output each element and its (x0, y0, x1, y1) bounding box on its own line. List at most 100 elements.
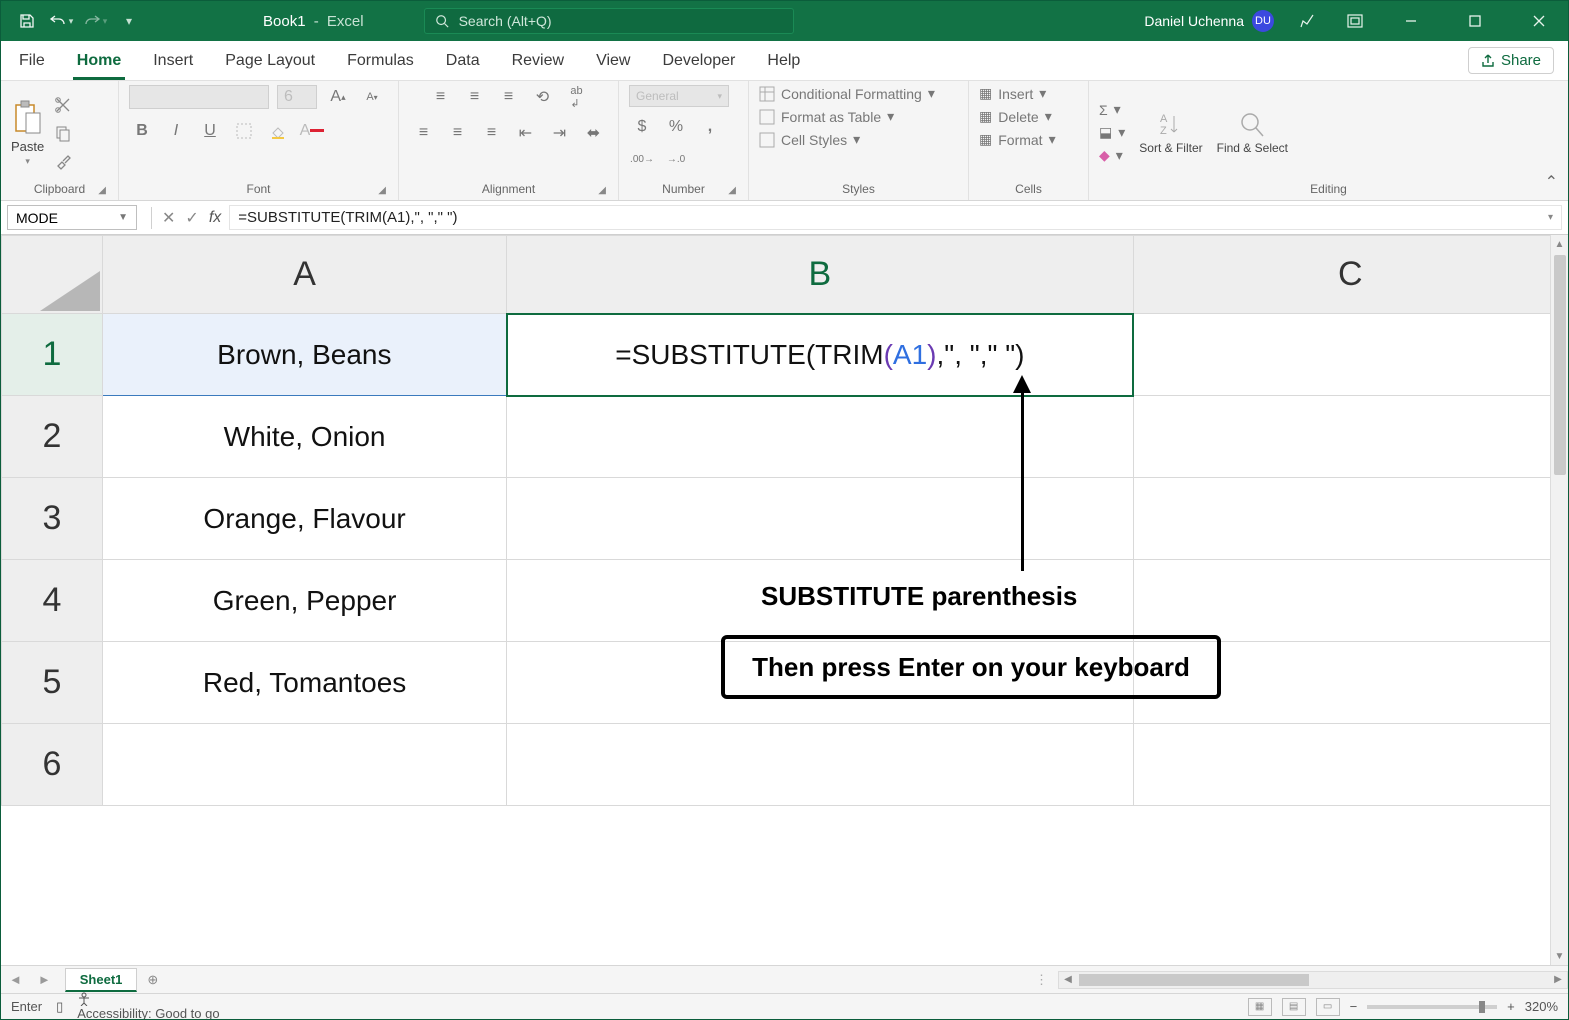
zoom-slider[interactable] (1367, 1005, 1497, 1009)
align-middle-icon[interactable]: ≡ (462, 85, 488, 109)
cell-B3[interactable] (507, 478, 1133, 560)
grid[interactable]: A B C 1 Brown, Beans =SUBSTITUTE(TRIM(A1… (1, 235, 1568, 965)
font-size-combo[interactable]: 6 (277, 85, 317, 109)
tab-developer[interactable]: Developer (658, 46, 739, 80)
row-header-3[interactable]: 3 (2, 478, 103, 560)
close-button[interactable] (1516, 1, 1562, 41)
orientation-icon[interactable]: ⟲ (530, 85, 556, 109)
vertical-scrollbar[interactable]: ▲ ▼ (1550, 235, 1568, 965)
find-select-button[interactable]: Find & Select (1217, 110, 1288, 155)
cell-A5[interactable]: Red, Tomantoes (103, 642, 507, 724)
formula-bar[interactable]: =SUBSTITUTE(TRIM(A1),", "," ") ▾ (229, 205, 1562, 230)
tab-formulas[interactable]: Formulas (343, 46, 418, 80)
account-button[interactable]: Daniel Uchenna DU (1144, 10, 1274, 32)
cell-C6[interactable] (1133, 724, 1567, 806)
border-button[interactable] (231, 119, 257, 143)
wrap-text-icon[interactable]: ab↲ (564, 85, 590, 109)
tab-review[interactable]: Review (508, 46, 568, 80)
tab-help[interactable]: Help (763, 46, 804, 80)
qat-customize-icon[interactable]: ▾ (115, 7, 143, 35)
italic-button[interactable]: I (163, 119, 189, 143)
scroll-up-icon[interactable]: ▲ (1555, 235, 1565, 253)
col-header-A[interactable]: A (103, 236, 507, 314)
row-header-1[interactable]: 1 (2, 314, 103, 396)
col-header-B[interactable]: B (507, 236, 1133, 314)
launcher-icon[interactable]: ◢ (728, 185, 736, 196)
scroll-thumb[interactable] (1554, 255, 1566, 475)
decrease-decimal-icon[interactable]: →.0 (663, 147, 689, 171)
scroll-right-icon[interactable]: ▶ (1549, 972, 1567, 988)
enter-formula-icon[interactable]: ✓ (185, 208, 198, 228)
tab-home[interactable]: Home (73, 46, 125, 80)
sheet-tab-active[interactable]: Sheet1 (65, 968, 138, 992)
cell-B5[interactable] (507, 642, 1133, 724)
cell-A4[interactable]: Green, Pepper (103, 560, 507, 642)
zoom-in-icon[interactable]: + (1507, 999, 1515, 1014)
percent-button[interactable]: % (663, 115, 689, 139)
paste-button[interactable]: Paste ▾ (11, 99, 44, 167)
cell-C5[interactable] (1133, 642, 1567, 724)
cell-B4[interactable] (507, 560, 1133, 642)
decrease-font-icon[interactable]: A▾ (359, 85, 385, 109)
scroll-down-icon[interactable]: ▼ (1555, 947, 1565, 965)
fill-button[interactable]: ⬓ ▾ (1099, 124, 1125, 141)
ribbon-mode-icon[interactable] (1340, 6, 1370, 36)
tab-page-layout[interactable]: Page Layout (221, 46, 319, 80)
fx-icon[interactable]: fx (209, 209, 221, 227)
view-page-layout-icon[interactable]: ▤ (1282, 998, 1306, 1016)
cell-C3[interactable] (1133, 478, 1567, 560)
insert-cells-button[interactable]: ▦ Insert ▾ (979, 85, 1046, 102)
share-button[interactable]: Share (1468, 47, 1554, 74)
sheet-nav-prev-icon[interactable]: ◄ (1, 972, 30, 987)
autosum-button[interactable]: Σ ▾ (1099, 101, 1125, 118)
cut-button[interactable] (50, 93, 76, 117)
cell-A3[interactable]: Orange, Flavour (103, 478, 507, 560)
add-sheet-button[interactable]: ⊕ (137, 972, 168, 988)
delete-cells-button[interactable]: ▦ Delete ▾ (979, 108, 1052, 125)
undo-icon[interactable]: ▾ (47, 7, 75, 35)
maximize-button[interactable] (1452, 1, 1498, 41)
indent-increase-icon[interactable]: ⇥ (547, 121, 573, 145)
cell-A2[interactable]: White, Onion (103, 396, 507, 478)
redo-icon[interactable]: ▾ (81, 7, 109, 35)
number-format-combo[interactable]: General▾ (629, 85, 729, 107)
font-name-combo[interactable] (129, 85, 269, 109)
view-normal-icon[interactable]: ▦ (1248, 998, 1272, 1016)
fill-color-button[interactable] (265, 119, 291, 143)
cell-C1[interactable] (1133, 314, 1567, 396)
tab-file[interactable]: File (15, 46, 49, 80)
select-all-corner[interactable] (2, 236, 103, 314)
format-as-table-button[interactable]: Format as Table ▾ (759, 108, 894, 125)
sheet-nav-next-icon[interactable]: ► (30, 972, 59, 987)
clear-button[interactable]: ◆ ▾ (1099, 147, 1125, 164)
cell-C2[interactable] (1133, 396, 1567, 478)
increase-font-icon[interactable]: A▴ (325, 85, 351, 109)
align-top-icon[interactable]: ≡ (428, 85, 454, 109)
name-box[interactable]: MODE ▼ (7, 205, 137, 230)
row-header-4[interactable]: 4 (2, 560, 103, 642)
scroll-thumb[interactable] (1079, 974, 1309, 986)
cell-B2[interactable] (507, 396, 1133, 478)
cell-A1[interactable]: Brown, Beans (103, 314, 507, 396)
align-right-icon[interactable]: ≡ (479, 121, 505, 145)
underline-button[interactable]: U (197, 119, 223, 143)
tab-view[interactable]: View (592, 46, 634, 80)
launcher-icon[interactable]: ◢ (378, 185, 386, 196)
conditional-formatting-button[interactable]: Conditional Formatting ▾ (759, 85, 935, 102)
horizontal-scrollbar[interactable]: ◀ ▶ (1058, 971, 1568, 989)
merge-button[interactable]: ⬌ (581, 121, 607, 145)
macro-record-icon[interactable]: ▯ (56, 999, 63, 1015)
format-painter-button[interactable] (50, 149, 76, 173)
bold-button[interactable]: B (129, 119, 155, 143)
increase-decimal-icon[interactable]: .00→ (629, 147, 655, 171)
search-box[interactable]: Search (Alt+Q) (424, 8, 794, 34)
view-page-break-icon[interactable]: ▭ (1316, 998, 1340, 1016)
launcher-icon[interactable]: ◢ (598, 185, 606, 196)
coming-soon-icon[interactable] (1292, 6, 1322, 36)
format-cells-button[interactable]: ▦ Format ▾ (979, 131, 1056, 148)
col-header-C[interactable]: C (1133, 236, 1567, 314)
chevron-down-icon[interactable]: ▼ (118, 212, 128, 223)
row-header-6[interactable]: 6 (2, 724, 103, 806)
cell-styles-button[interactable]: Cell Styles ▾ (759, 131, 860, 148)
font-color-button[interactable]: A (299, 119, 325, 143)
